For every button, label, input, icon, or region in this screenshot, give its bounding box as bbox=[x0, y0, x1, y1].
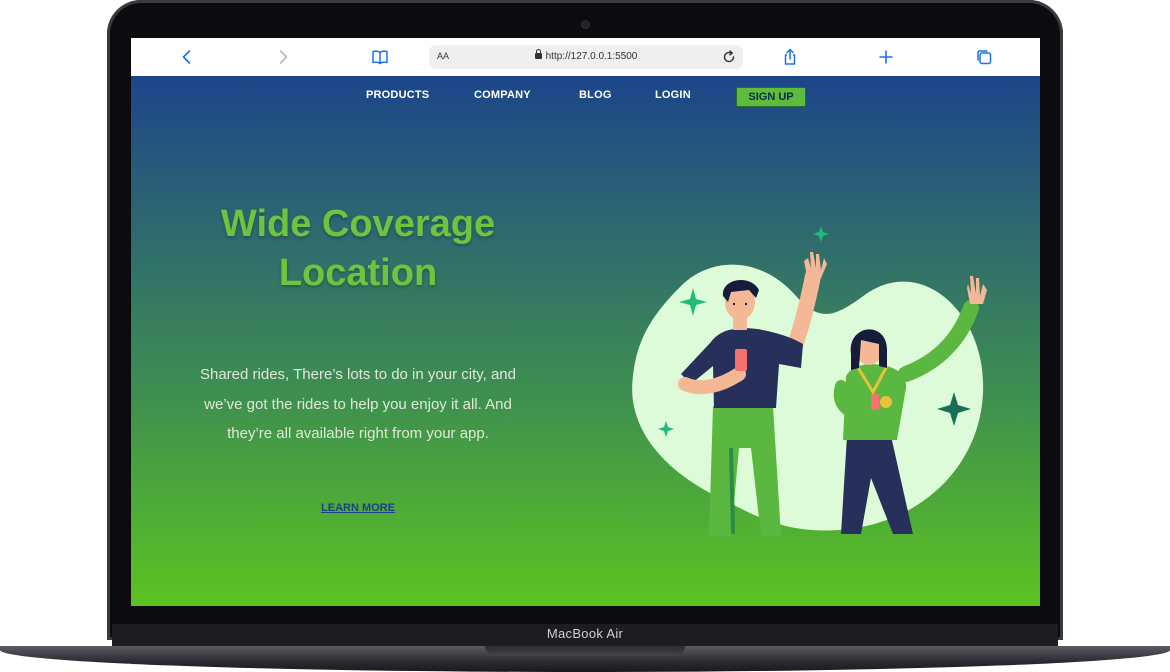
main-navigation: PRODUCTS COMPANY BLOG LOGIN SIGN UP bbox=[131, 87, 1040, 107]
webcam bbox=[582, 21, 589, 28]
laptop-screen: AA http://127.0.0.1:5500 PRODUCTS COMPAN… bbox=[131, 38, 1040, 606]
reload-icon[interactable] bbox=[722, 50, 736, 64]
new-tab-icon[interactable] bbox=[876, 47, 896, 67]
url-text: http://127.0.0.1:5500 bbox=[545, 51, 638, 62]
tabs-icon[interactable] bbox=[974, 47, 994, 67]
web-page: PRODUCTS COMPANY BLOG LOGIN SIGN UP Wide… bbox=[131, 76, 1040, 606]
url-display[interactable]: http://127.0.0.1:5500 bbox=[429, 49, 743, 62]
sparkle-icon bbox=[813, 226, 829, 242]
hero-title-line-2: Location bbox=[278, 252, 438, 294]
hero-title: Wide Coverage Location bbox=[171, 200, 545, 298]
back-icon[interactable] bbox=[177, 47, 197, 67]
forward-icon[interactable] bbox=[273, 47, 293, 67]
nav-blog-link[interactable]: BLOG bbox=[579, 89, 612, 101]
nav-company-link[interactable]: COMPANY bbox=[474, 89, 531, 101]
laptop-hinge-notch bbox=[485, 646, 685, 656]
address-bar[interactable]: AA http://127.0.0.1:5500 bbox=[429, 45, 743, 69]
nav-products-link[interactable]: PRODUCTS bbox=[366, 89, 429, 101]
bookmarks-icon[interactable] bbox=[370, 47, 390, 67]
learn-more-link[interactable]: LEARN MORE bbox=[308, 502, 408, 514]
laptop-model-label: MacBook Air bbox=[546, 626, 624, 641]
nav-login-link[interactable]: LOGIN bbox=[655, 89, 691, 101]
share-icon[interactable] bbox=[780, 47, 800, 67]
lock-icon bbox=[534, 49, 542, 59]
signup-button[interactable]: SIGN UP bbox=[736, 87, 806, 107]
browser-toolbar: AA http://127.0.0.1:5500 bbox=[131, 38, 1040, 77]
hero-title-line-1: Wide Coverage bbox=[220, 203, 496, 245]
hero-description: Shared rides, There’s lots to do in your… bbox=[199, 366, 516, 442]
people-waving-illustration bbox=[632, 226, 987, 536]
